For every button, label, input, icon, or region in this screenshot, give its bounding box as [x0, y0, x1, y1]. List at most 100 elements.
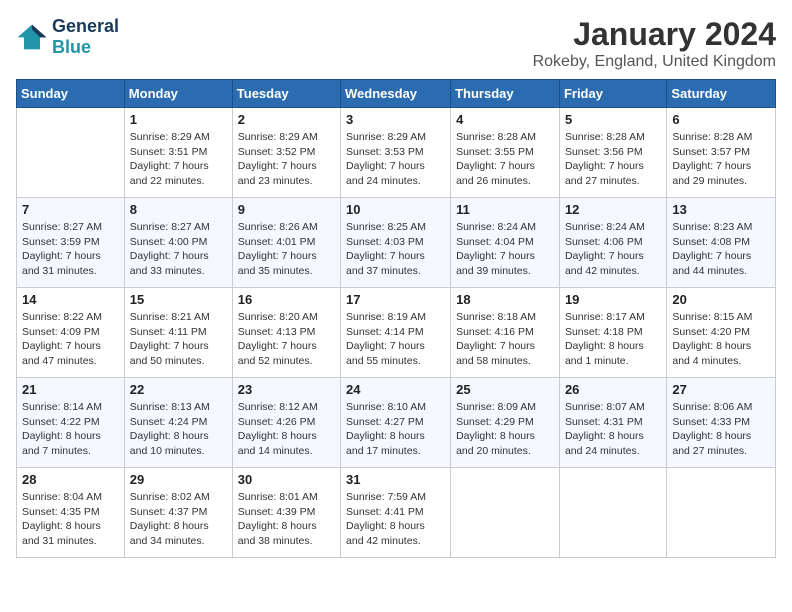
day-info: Sunrise: 8:29 AMSunset: 3:52 PMDaylight:…	[238, 130, 335, 189]
title-block: January 2024 Rokeby, England, United Kin…	[533, 16, 776, 71]
day-number: 17	[346, 292, 445, 307]
header-saturday: Saturday	[667, 80, 776, 108]
day-number: 5	[565, 112, 661, 127]
week-row-4: 21 Sunrise: 8:14 AMSunset: 4:22 PMDaylig…	[17, 378, 776, 468]
calendar-cell	[559, 468, 666, 558]
header-tuesday: Tuesday	[232, 80, 340, 108]
calendar-cell: 2 Sunrise: 8:29 AMSunset: 3:52 PMDayligh…	[232, 108, 340, 198]
calendar-cell: 4 Sunrise: 8:28 AMSunset: 3:55 PMDayligh…	[451, 108, 560, 198]
day-info: Sunrise: 8:09 AMSunset: 4:29 PMDaylight:…	[456, 400, 554, 459]
day-number: 24	[346, 382, 445, 397]
location: Rokeby, England, United Kingdom	[533, 53, 776, 71]
calendar-cell	[451, 468, 560, 558]
day-info: Sunrise: 8:19 AMSunset: 4:14 PMDaylight:…	[346, 310, 445, 369]
day-info: Sunrise: 8:20 AMSunset: 4:13 PMDaylight:…	[238, 310, 335, 369]
day-info: Sunrise: 8:27 AMSunset: 3:59 PMDaylight:…	[22, 220, 119, 279]
day-number: 20	[672, 292, 770, 307]
logo: General Blue	[16, 16, 119, 58]
week-row-5: 28 Sunrise: 8:04 AMSunset: 4:35 PMDaylig…	[17, 468, 776, 558]
day-info: Sunrise: 8:24 AMSunset: 4:04 PMDaylight:…	[456, 220, 554, 279]
logo-text: General Blue	[52, 16, 119, 58]
calendar-cell: 9 Sunrise: 8:26 AMSunset: 4:01 PMDayligh…	[232, 198, 340, 288]
day-number: 31	[346, 472, 445, 487]
day-number: 29	[130, 472, 227, 487]
day-info: Sunrise: 8:29 AMSunset: 3:51 PMDaylight:…	[130, 130, 227, 189]
day-number: 3	[346, 112, 445, 127]
month-title: January 2024	[533, 16, 776, 53]
day-number: 11	[456, 202, 554, 217]
day-info: Sunrise: 8:22 AMSunset: 4:09 PMDaylight:…	[22, 310, 119, 369]
day-info: Sunrise: 8:17 AMSunset: 4:18 PMDaylight:…	[565, 310, 661, 369]
calendar-cell	[667, 468, 776, 558]
header-sunday: Sunday	[17, 80, 125, 108]
day-number: 7	[22, 202, 119, 217]
day-number: 6	[672, 112, 770, 127]
calendar-cell: 31 Sunrise: 7:59 AMSunset: 4:41 PMDaylig…	[341, 468, 451, 558]
day-number: 22	[130, 382, 227, 397]
day-number: 25	[456, 382, 554, 397]
day-info: Sunrise: 8:23 AMSunset: 4:08 PMDaylight:…	[672, 220, 770, 279]
header-monday: Monday	[124, 80, 232, 108]
day-info: Sunrise: 8:29 AMSunset: 3:53 PMDaylight:…	[346, 130, 445, 189]
day-number: 30	[238, 472, 335, 487]
day-info: Sunrise: 8:28 AMSunset: 3:56 PMDaylight:…	[565, 130, 661, 189]
calendar-cell: 1 Sunrise: 8:29 AMSunset: 3:51 PMDayligh…	[124, 108, 232, 198]
day-number: 28	[22, 472, 119, 487]
day-number: 14	[22, 292, 119, 307]
day-number: 10	[346, 202, 445, 217]
day-info: Sunrise: 8:26 AMSunset: 4:01 PMDaylight:…	[238, 220, 335, 279]
calendar-cell: 18 Sunrise: 8:18 AMSunset: 4:16 PMDaylig…	[451, 288, 560, 378]
calendar-cell: 7 Sunrise: 8:27 AMSunset: 3:59 PMDayligh…	[17, 198, 125, 288]
calendar-cell: 3 Sunrise: 8:29 AMSunset: 3:53 PMDayligh…	[341, 108, 451, 198]
calendar-cell: 5 Sunrise: 8:28 AMSunset: 3:56 PMDayligh…	[559, 108, 666, 198]
calendar-cell: 17 Sunrise: 8:19 AMSunset: 4:14 PMDaylig…	[341, 288, 451, 378]
calendar-cell: 30 Sunrise: 8:01 AMSunset: 4:39 PMDaylig…	[232, 468, 340, 558]
calendar-cell: 13 Sunrise: 8:23 AMSunset: 4:08 PMDaylig…	[667, 198, 776, 288]
day-info: Sunrise: 8:10 AMSunset: 4:27 PMDaylight:…	[346, 400, 445, 459]
calendar-cell: 27 Sunrise: 8:06 AMSunset: 4:33 PMDaylig…	[667, 378, 776, 468]
day-number: 1	[130, 112, 227, 127]
day-info: Sunrise: 8:28 AMSunset: 3:57 PMDaylight:…	[672, 130, 770, 189]
day-number: 12	[565, 202, 661, 217]
calendar-cell: 19 Sunrise: 8:17 AMSunset: 4:18 PMDaylig…	[559, 288, 666, 378]
calendar-cell: 10 Sunrise: 8:25 AMSunset: 4:03 PMDaylig…	[341, 198, 451, 288]
day-info: Sunrise: 8:12 AMSunset: 4:26 PMDaylight:…	[238, 400, 335, 459]
calendar-cell: 15 Sunrise: 8:21 AMSunset: 4:11 PMDaylig…	[124, 288, 232, 378]
week-row-3: 14 Sunrise: 8:22 AMSunset: 4:09 PMDaylig…	[17, 288, 776, 378]
day-number: 21	[22, 382, 119, 397]
day-number: 19	[565, 292, 661, 307]
day-number: 9	[238, 202, 335, 217]
day-info: Sunrise: 8:24 AMSunset: 4:06 PMDaylight:…	[565, 220, 661, 279]
day-info: Sunrise: 8:18 AMSunset: 4:16 PMDaylight:…	[456, 310, 554, 369]
calendar-cell: 11 Sunrise: 8:24 AMSunset: 4:04 PMDaylig…	[451, 198, 560, 288]
day-number: 4	[456, 112, 554, 127]
header-wednesday: Wednesday	[341, 80, 451, 108]
calendar-body: 1 Sunrise: 8:29 AMSunset: 3:51 PMDayligh…	[17, 108, 776, 558]
calendar-cell: 26 Sunrise: 8:07 AMSunset: 4:31 PMDaylig…	[559, 378, 666, 468]
logo-icon	[16, 23, 48, 51]
calendar-cell: 24 Sunrise: 8:10 AMSunset: 4:27 PMDaylig…	[341, 378, 451, 468]
calendar-cell: 8 Sunrise: 8:27 AMSunset: 4:00 PMDayligh…	[124, 198, 232, 288]
calendar-cell: 16 Sunrise: 8:20 AMSunset: 4:13 PMDaylig…	[232, 288, 340, 378]
day-number: 23	[238, 382, 335, 397]
calendar-cell: 14 Sunrise: 8:22 AMSunset: 4:09 PMDaylig…	[17, 288, 125, 378]
day-info: Sunrise: 8:27 AMSunset: 4:00 PMDaylight:…	[130, 220, 227, 279]
calendar-header: SundayMondayTuesdayWednesdayThursdayFrid…	[17, 80, 776, 108]
day-number: 13	[672, 202, 770, 217]
week-row-2: 7 Sunrise: 8:27 AMSunset: 3:59 PMDayligh…	[17, 198, 776, 288]
calendar-cell: 21 Sunrise: 8:14 AMSunset: 4:22 PMDaylig…	[17, 378, 125, 468]
day-number: 18	[456, 292, 554, 307]
day-info: Sunrise: 8:02 AMSunset: 4:37 PMDaylight:…	[130, 490, 227, 549]
calendar-cell: 12 Sunrise: 8:24 AMSunset: 4:06 PMDaylig…	[559, 198, 666, 288]
calendar-cell: 23 Sunrise: 8:12 AMSunset: 4:26 PMDaylig…	[232, 378, 340, 468]
day-info: Sunrise: 8:01 AMSunset: 4:39 PMDaylight:…	[238, 490, 335, 549]
calendar-cell: 20 Sunrise: 8:15 AMSunset: 4:20 PMDaylig…	[667, 288, 776, 378]
day-number: 27	[672, 382, 770, 397]
day-number: 8	[130, 202, 227, 217]
day-number: 16	[238, 292, 335, 307]
calendar-table: SundayMondayTuesdayWednesdayThursdayFrid…	[16, 79, 776, 558]
day-info: Sunrise: 8:25 AMSunset: 4:03 PMDaylight:…	[346, 220, 445, 279]
calendar-cell: 25 Sunrise: 8:09 AMSunset: 4:29 PMDaylig…	[451, 378, 560, 468]
day-info: Sunrise: 8:15 AMSunset: 4:20 PMDaylight:…	[672, 310, 770, 369]
calendar-cell: 28 Sunrise: 8:04 AMSunset: 4:35 PMDaylig…	[17, 468, 125, 558]
